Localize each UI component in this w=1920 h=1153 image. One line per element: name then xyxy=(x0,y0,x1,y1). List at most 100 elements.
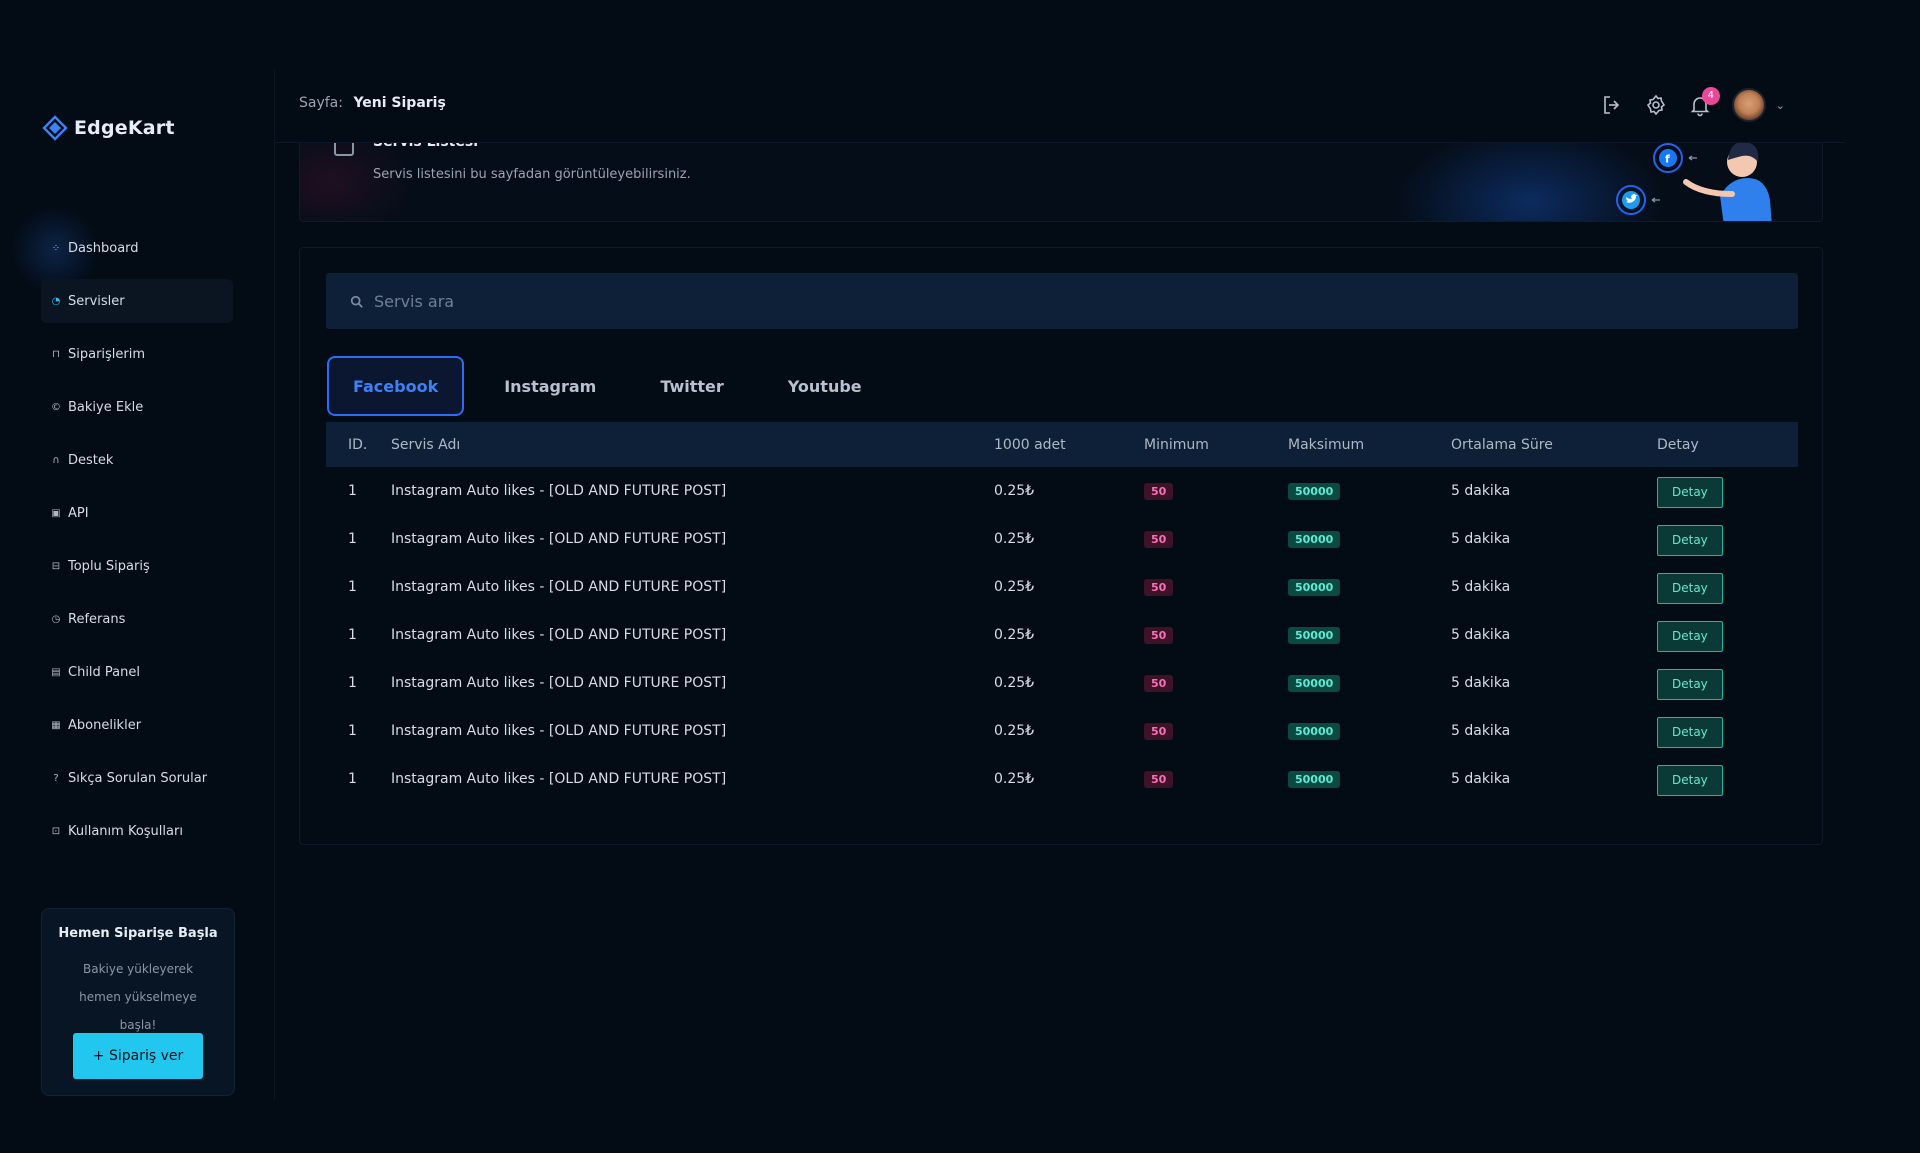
coin-icon: © xyxy=(51,401,61,413)
sidebar-item-dashboard[interactable]: ⁘ Dashboard xyxy=(41,226,233,270)
cell-average-time: 5 dakika xyxy=(1451,531,1511,547)
sidebar-item-label: Child Panel xyxy=(68,664,140,680)
sidebar-nav: ⁘ Dashboard ◔ Servisler ⊓ Siparişlerim ©… xyxy=(41,226,233,862)
cell-service-name: Instagram Auto likes - [OLD AND FUTURE P… xyxy=(391,723,727,739)
table-row: 1 Instagram Auto likes - [OLD AND FUTURE… xyxy=(326,707,1798,755)
breadcrumb-label: Sayfa: xyxy=(299,95,343,111)
sidebar-item-child-panel[interactable]: ▤ Child Panel xyxy=(41,650,233,694)
list-icon xyxy=(334,142,354,156)
person-illustration xyxy=(1683,142,1772,221)
table-row: 1 Instagram Auto likes - [OLD AND FUTURE… xyxy=(326,611,1798,659)
min-badge: 50 xyxy=(1144,482,1174,500)
question-icon: ? xyxy=(53,772,59,784)
detail-button[interactable]: Detay xyxy=(1657,476,1723,508)
sidebar-item-siparislerim[interactable]: ⊓ Siparişlerim xyxy=(41,332,233,376)
platform-tabs: Facebook Instagram Twitter Youtube xyxy=(327,356,902,416)
cell-service-name: Instagram Auto likes - [OLD AND FUTURE P… xyxy=(391,483,727,499)
order-now-button[interactable]: + Sipariş ver xyxy=(73,1033,203,1079)
document-icon: ⊡ xyxy=(51,825,61,837)
detail-button[interactable]: Detay xyxy=(1657,572,1723,604)
basket-icon: ⊟ xyxy=(51,560,61,572)
detail-button[interactable]: Detay xyxy=(1657,524,1723,556)
cell-id: 1 xyxy=(348,723,357,739)
table-header: ID. Servis Adı 1000 adet Minimum Maksimu… xyxy=(326,422,1798,467)
notification-badge: 4 xyxy=(1701,87,1720,105)
sidebar-item-bakiye-ekle[interactable]: © Bakiye Ekle xyxy=(41,385,233,429)
banner-title: Servis Listesi xyxy=(373,142,478,150)
sidebar-item-destek[interactable]: ∩ Destek xyxy=(41,438,233,482)
tab-twitter[interactable]: Twitter xyxy=(636,358,747,414)
tab-facebook[interactable]: Facebook xyxy=(327,356,465,416)
min-badge: 50 xyxy=(1144,722,1174,740)
bell-icon[interactable]: 4 xyxy=(1688,87,1720,117)
cell-price: 0.25₺ xyxy=(994,723,1035,739)
header-minimum: Minimum xyxy=(1144,436,1209,453)
tab-instagram[interactable]: Instagram xyxy=(480,358,620,414)
sidebar-item-label: Referans xyxy=(68,611,126,627)
sidebar-item-label: Servisler xyxy=(68,293,125,309)
max-badge: 50000 xyxy=(1288,626,1341,644)
sidebar-item-label: Siparişlerim xyxy=(68,346,146,362)
min-badge: 50 xyxy=(1144,674,1174,692)
facebook-icon: f xyxy=(1653,143,1683,173)
logout-icon[interactable] xyxy=(1600,93,1624,117)
search-icon xyxy=(350,294,364,308)
brand-name: EdgeKart xyxy=(74,117,175,139)
cell-average-time: 5 dakika xyxy=(1451,579,1511,595)
tab-youtube[interactable]: Youtube xyxy=(764,358,886,414)
promo-text: Bakiye yükleyerek hemen yükselmeye başla… xyxy=(79,962,197,1032)
table-row: 1 Instagram Auto likes - [OLD AND FUTURE… xyxy=(326,755,1798,803)
headset-icon: ∩ xyxy=(52,454,60,466)
cell-average-time: 5 dakika xyxy=(1451,627,1511,643)
sidebar-item-toplu-siparis[interactable]: ⊟ Toplu Sipariş xyxy=(41,544,233,588)
search-bar xyxy=(326,273,1798,329)
table-row: 1 Instagram Auto likes - [OLD AND FUTURE… xyxy=(326,467,1798,515)
sidebar-item-label: Bakiye Ekle xyxy=(68,399,144,415)
sidebar-item-servisler[interactable]: ◔ Servisler xyxy=(41,279,233,323)
gauge-icon: ◔ xyxy=(51,295,61,307)
detail-button[interactable]: Detay xyxy=(1657,764,1723,796)
sidebar-item-sss[interactable]: ? Sıkça Sorulan Sorular xyxy=(41,756,233,800)
header-detail: Detay xyxy=(1657,436,1699,453)
social-illustration: f xyxy=(1616,142,1772,221)
sidebar-item-label: Kullanım Koşulları xyxy=(68,823,183,839)
sidebar-item-abonelikler[interactable]: ▦ Abonelikler xyxy=(41,703,233,747)
sidebar-item-api[interactable]: ▣ API xyxy=(41,491,233,535)
cell-price: 0.25₺ xyxy=(994,531,1035,547)
table-row: 1 Instagram Auto likes - [OLD AND FUTURE… xyxy=(326,563,1798,611)
cell-price: 0.25₺ xyxy=(994,675,1035,691)
breadcrumb: Sayfa: Yeni Sipariş xyxy=(299,95,446,111)
promo-card: Hemen Siparişe Başla Bakiye yükleyerek h… xyxy=(41,908,235,1096)
max-badge: 50000 xyxy=(1288,482,1341,500)
detail-button[interactable]: Detay xyxy=(1657,716,1723,748)
max-badge: 50000 xyxy=(1288,530,1341,548)
detail-button[interactable]: Detay xyxy=(1657,620,1723,652)
twitter-icon xyxy=(1616,185,1646,215)
sidebar-item-referans[interactable]: ◷ Referans xyxy=(41,597,233,641)
min-badge: 50 xyxy=(1144,626,1174,644)
detail-button[interactable]: Detay xyxy=(1657,668,1723,700)
chevron-down-icon[interactable]: ⌄ xyxy=(1776,99,1785,112)
avatar[interactable] xyxy=(1731,88,1766,122)
cell-id: 1 xyxy=(348,771,357,787)
diamond-logo-icon xyxy=(42,115,68,141)
sidebar-item-label: API xyxy=(68,505,89,521)
sidebar-item-label: Abonelikler xyxy=(68,717,142,733)
header-average-time: Ortalama Süre xyxy=(1451,436,1553,453)
cell-id: 1 xyxy=(348,483,357,499)
cell-price: 0.25₺ xyxy=(994,483,1035,499)
cell-service-name: Instagram Auto likes - [OLD AND FUTURE P… xyxy=(391,531,727,547)
brand-logo[interactable]: EdgeKart xyxy=(42,115,175,141)
max-badge: 50000 xyxy=(1288,722,1341,740)
search-input[interactable] xyxy=(372,280,1798,322)
page-banner: Servis Listesi Servis listesini bu sayfa… xyxy=(299,142,1823,222)
sidebar-item-label: Toplu Sipariş xyxy=(68,558,150,574)
sidebar-item-label: Destek xyxy=(68,452,114,468)
sidebar-item-kullanim-kosullari[interactable]: ⊡ Kullanım Koşulları xyxy=(41,809,233,853)
gear-icon[interactable] xyxy=(1644,93,1668,117)
page-title: Yeni Sipariş xyxy=(353,95,446,111)
table-row: 1 Instagram Auto likes - [OLD AND FUTURE… xyxy=(326,515,1798,563)
svg-text:f: f xyxy=(1665,153,1670,166)
cell-price: 0.25₺ xyxy=(994,771,1035,787)
image-icon: ▣ xyxy=(51,507,61,519)
